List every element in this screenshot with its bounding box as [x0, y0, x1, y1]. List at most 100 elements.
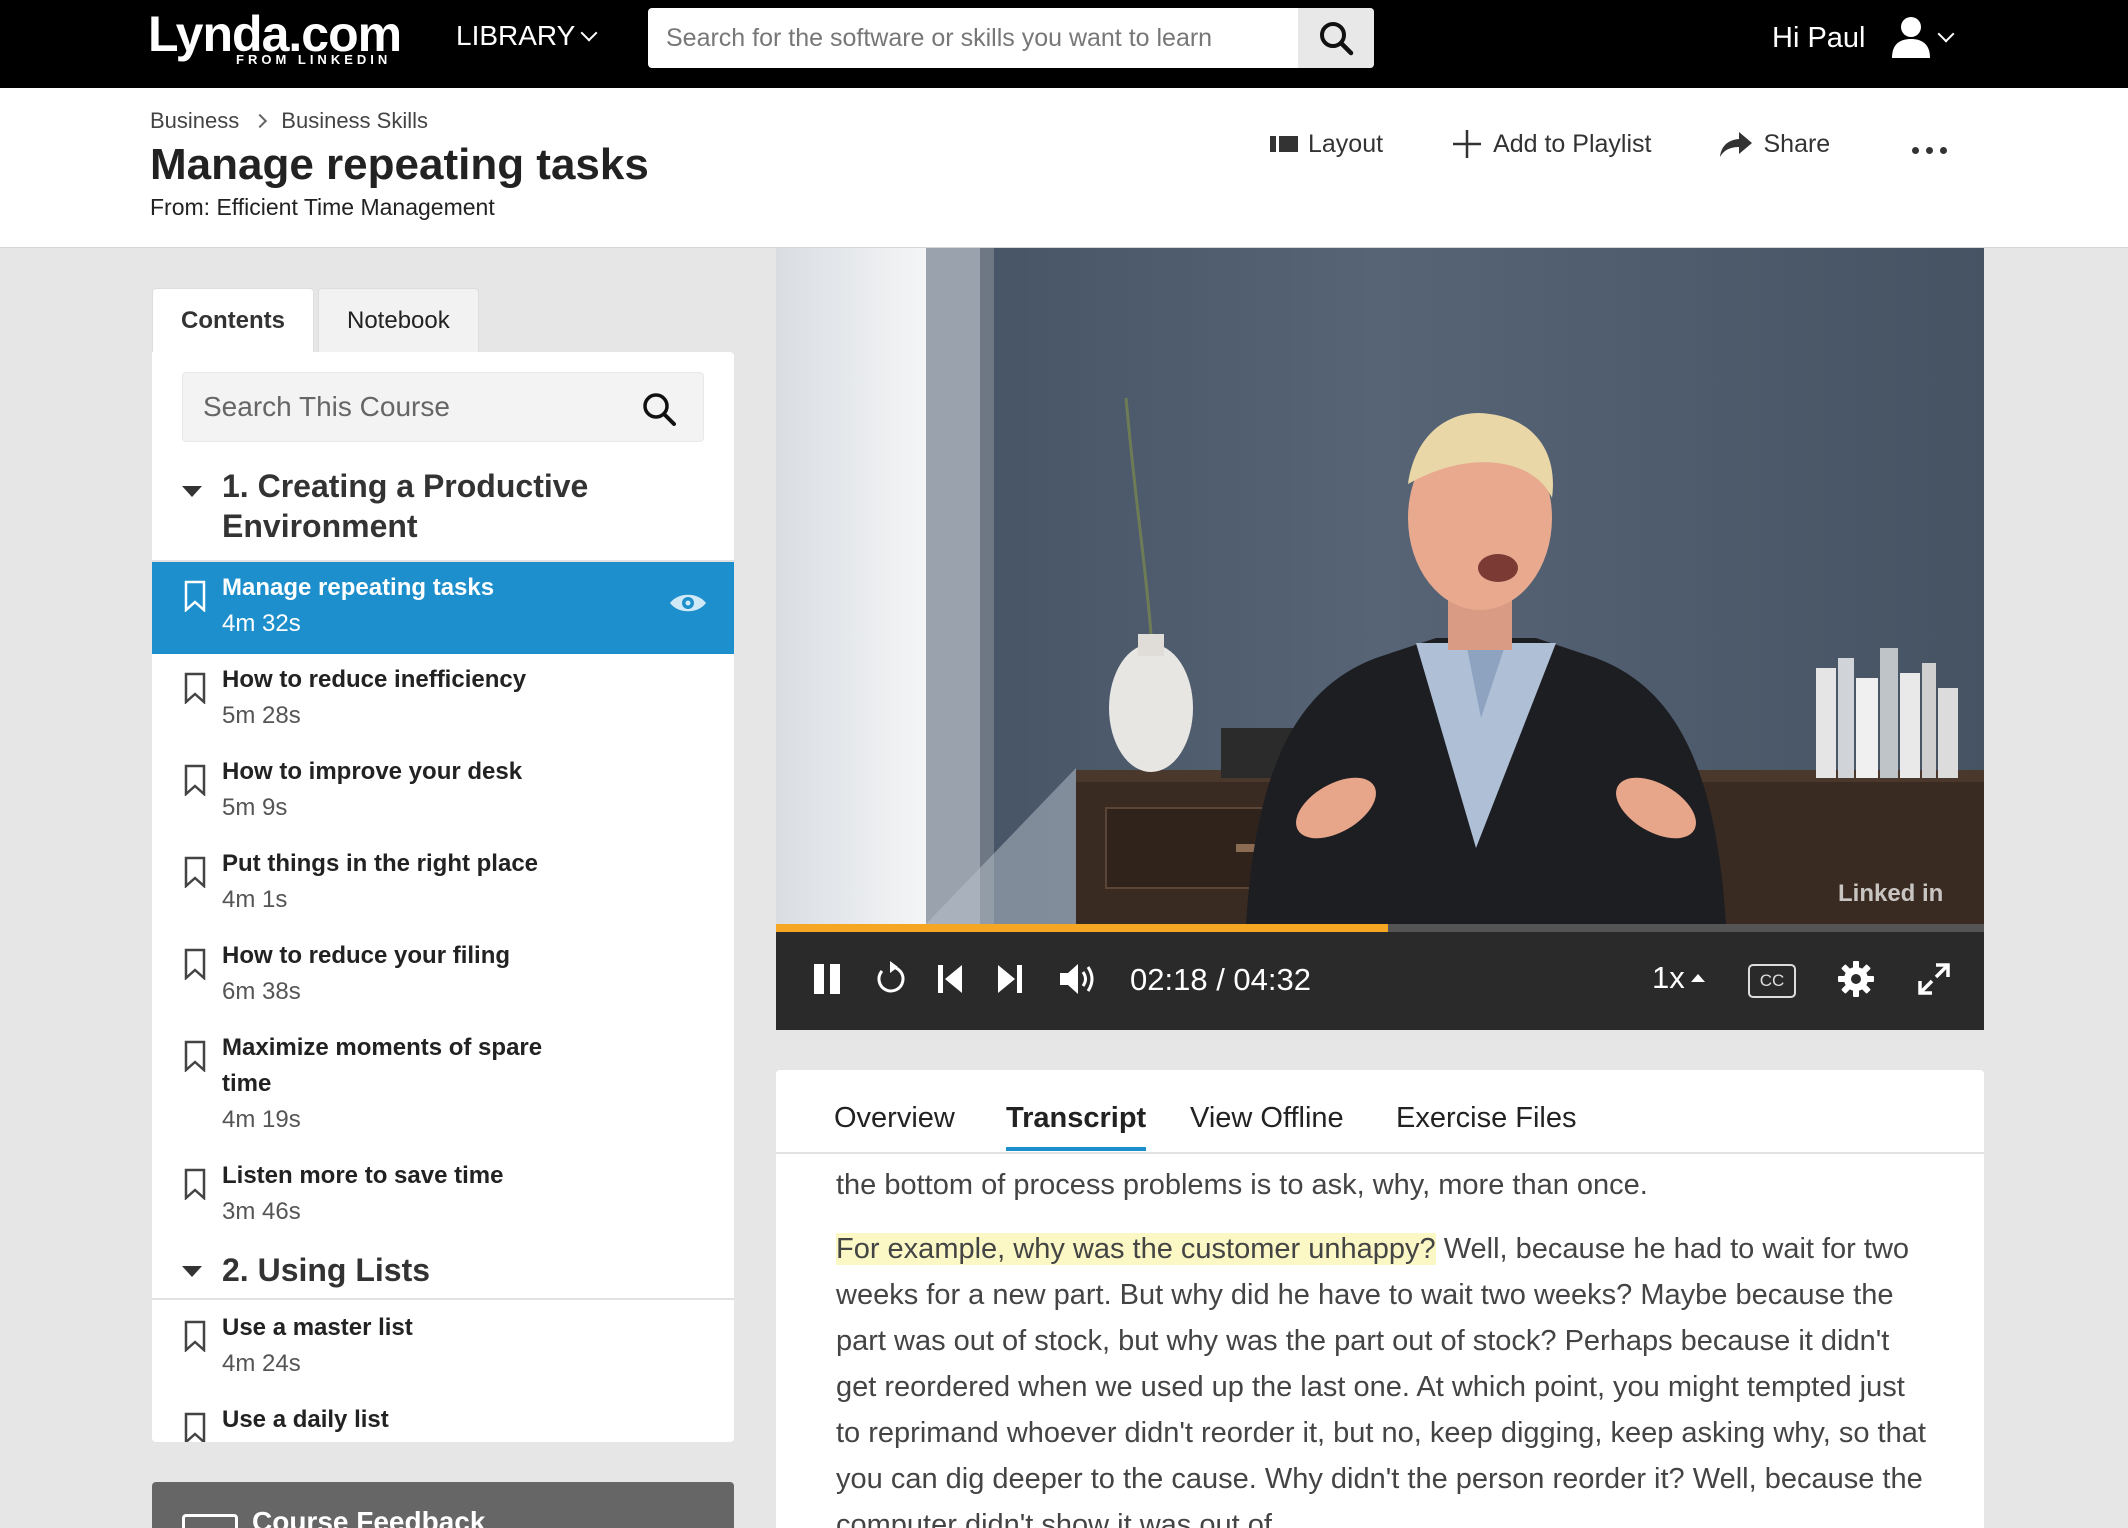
- details-panel: Overview Transcript View Offline Exercis…: [776, 1070, 1984, 1528]
- lesson-title: Manage repeating tasks: [222, 574, 495, 601]
- lesson-title: How to improve your desk: [222, 758, 523, 785]
- chapter-title: 1. Creating a Productive Environment: [222, 468, 589, 544]
- global-search: [648, 8, 1374, 68]
- chapter-1[interactable]: 1. Creating a Productive Environment: [152, 464, 734, 562]
- transcript-current-line[interactable]: For example, why was the customer unhapp…: [836, 1233, 1436, 1265]
- header-actions: Layout Add to Playlist Share: [1270, 128, 1830, 160]
- lesson-title: How to reduce inefficiency: [222, 666, 527, 693]
- transcript-paragraph[interactable]: For example, why was the customer unhapp…: [836, 1226, 1926, 1528]
- tab-overview[interactable]: Overview: [834, 1102, 955, 1147]
- gear-icon: [1838, 961, 1874, 997]
- bookmark-icon[interactable]: [184, 672, 206, 704]
- tab-transcript[interactable]: Transcript: [1006, 1102, 1147, 1151]
- bookmark-icon[interactable]: [184, 1168, 206, 1200]
- lesson-item[interactable]: Use a daily list: [152, 1394, 734, 1442]
- share-button[interactable]: Share: [1719, 130, 1830, 159]
- replay-button[interactable]: [872, 954, 908, 1004]
- lynda-logo[interactable]: Lynda.com FROM LINKEDIN: [148, 6, 408, 68]
- player-controls: 02:18 / 04:32 1x CC: [776, 932, 1984, 1030]
- lesson-duration: 4m 1s: [222, 886, 288, 913]
- video-frame[interactable]: [776, 248, 1984, 924]
- lesson-title: Listen more to save time: [222, 1162, 504, 1189]
- caret-down-icon: [182, 1266, 202, 1277]
- tab-contents[interactable]: Contents: [152, 288, 314, 352]
- volume-button[interactable]: [1058, 954, 1098, 1004]
- lesson-duration: 4m 32s: [222, 610, 301, 637]
- add-to-playlist-label: Add to Playlist: [1493, 129, 1652, 158]
- lesson-duration: 4m 19s: [222, 1106, 301, 1133]
- time-display: 02:18 / 04:32: [1130, 962, 1311, 997]
- video-player[interactable]: Linked in 02:18 / 04:32 1x CC: [776, 248, 1984, 1030]
- chapter-title: 2. Using Lists: [222, 1252, 431, 1288]
- breadcrumb-business-skills[interactable]: Business Skills: [281, 108, 428, 134]
- chevron-down-icon: [1937, 25, 1955, 43]
- skip-forward-icon: [998, 965, 1022, 993]
- chapter-2[interactable]: 2. Using Lists: [152, 1242, 734, 1300]
- page-title: Manage repeating tasks: [150, 140, 649, 189]
- transcript-continuation[interactable]: Well, because he had to wait for two wee…: [836, 1233, 1926, 1528]
- feedback-icon: [182, 1514, 238, 1528]
- lesson-item[interactable]: How to reduce your filing 6m 38s: [152, 930, 734, 1022]
- lesson-item-active[interactable]: Manage repeating tasks 4m 32s: [152, 562, 734, 654]
- breadcrumb-business[interactable]: Business: [150, 108, 239, 134]
- course-search-input[interactable]: [183, 373, 623, 441]
- course-header: Business Business Skills Manage repeatin…: [0, 88, 2128, 248]
- more-options-icon[interactable]: [1912, 142, 1948, 158]
- lesson-title: Use a daily list: [222, 1406, 389, 1433]
- add-to-playlist-button[interactable]: Add to Playlist: [1451, 128, 1651, 160]
- fullscreen-icon: [1918, 963, 1950, 995]
- lesson-item[interactable]: Use a master list 4m 24s: [152, 1302, 734, 1394]
- course-search: [182, 372, 704, 442]
- lesson-item[interactable]: How to improve your desk 5m 9s: [152, 746, 734, 838]
- closed-captions-button[interactable]: CC: [1748, 964, 1796, 998]
- pause-button[interactable]: [810, 954, 846, 1004]
- bookmark-icon[interactable]: [184, 580, 206, 612]
- bookmark-icon[interactable]: [184, 856, 206, 888]
- search-icon[interactable]: [641, 391, 677, 427]
- course-feedback-button[interactable]: Course Feedback: [152, 1482, 734, 1528]
- user-greeting: Hi Paul: [1772, 22, 1866, 54]
- lesson-item[interactable]: Put things in the right place 4m 1s: [152, 838, 734, 930]
- lesson-duration: 5m 28s: [222, 702, 301, 729]
- transcript-paragraph[interactable]: the bottom of process problems is to ask…: [836, 1162, 1926, 1208]
- lesson-item[interactable]: Listen more to save time 3m 46s: [152, 1150, 734, 1242]
- bookmark-icon[interactable]: [184, 1040, 206, 1072]
- linkedin-watermark: Linked in: [1838, 880, 1944, 907]
- playback-speed-value: 1x: [1652, 960, 1685, 995]
- next-button[interactable]: [994, 954, 1024, 1004]
- lesson-item[interactable]: How to reduce inefficiency 5m 28s: [152, 654, 734, 746]
- course-source[interactable]: From: Efficient Time Management: [150, 194, 495, 221]
- tab-view-offline[interactable]: View Offline: [1190, 1102, 1344, 1147]
- lesson-duration: 6m 38s: [222, 978, 301, 1005]
- user-avatar-icon: [1892, 17, 1930, 58]
- bookmark-icon[interactable]: [184, 1320, 206, 1352]
- lesson-item[interactable]: Maximize moments of spare time 4m 19s: [152, 1022, 734, 1150]
- details-tabs: Overview Transcript View Offline Exercis…: [776, 1070, 1984, 1154]
- lesson-duration: 3m 46s: [222, 1198, 301, 1225]
- chevron-right-icon: [253, 113, 268, 129]
- lesson-duration: 5m 9s: [222, 794, 288, 821]
- layout-button[interactable]: Layout: [1270, 130, 1383, 159]
- lesson-title: Put things in the right place: [222, 850, 539, 877]
- global-search-input[interactable]: [648, 8, 1298, 68]
- logo-subtext: FROM LINKEDIN: [236, 52, 392, 67]
- progress-bar[interactable]: [776, 924, 1984, 932]
- bookmark-icon[interactable]: [184, 1412, 206, 1442]
- lesson-duration: 4m 24s: [222, 1350, 301, 1377]
- library-menu[interactable]: LIBRARY: [456, 20, 598, 52]
- user-menu[interactable]: [1890, 14, 1955, 60]
- tab-exercise-files[interactable]: Exercise Files: [1396, 1102, 1577, 1147]
- settings-button[interactable]: [1836, 954, 1876, 1004]
- course-feedback-label: Course Feedback: [252, 1506, 486, 1528]
- previous-button[interactable]: [936, 954, 966, 1004]
- fullscreen-button[interactable]: [1916, 954, 1952, 1004]
- plus-icon: [1453, 130, 1482, 158]
- playback-speed-button[interactable]: 1x: [1652, 960, 1705, 996]
- tab-notebook[interactable]: Notebook: [318, 288, 479, 352]
- bookmark-icon[interactable]: [184, 948, 206, 980]
- global-search-button[interactable]: [1298, 8, 1374, 68]
- replay-icon: [877, 961, 905, 993]
- bookmark-icon[interactable]: [184, 764, 206, 796]
- layout-icon: [1270, 136, 1298, 152]
- share-label: Share: [1763, 129, 1831, 158]
